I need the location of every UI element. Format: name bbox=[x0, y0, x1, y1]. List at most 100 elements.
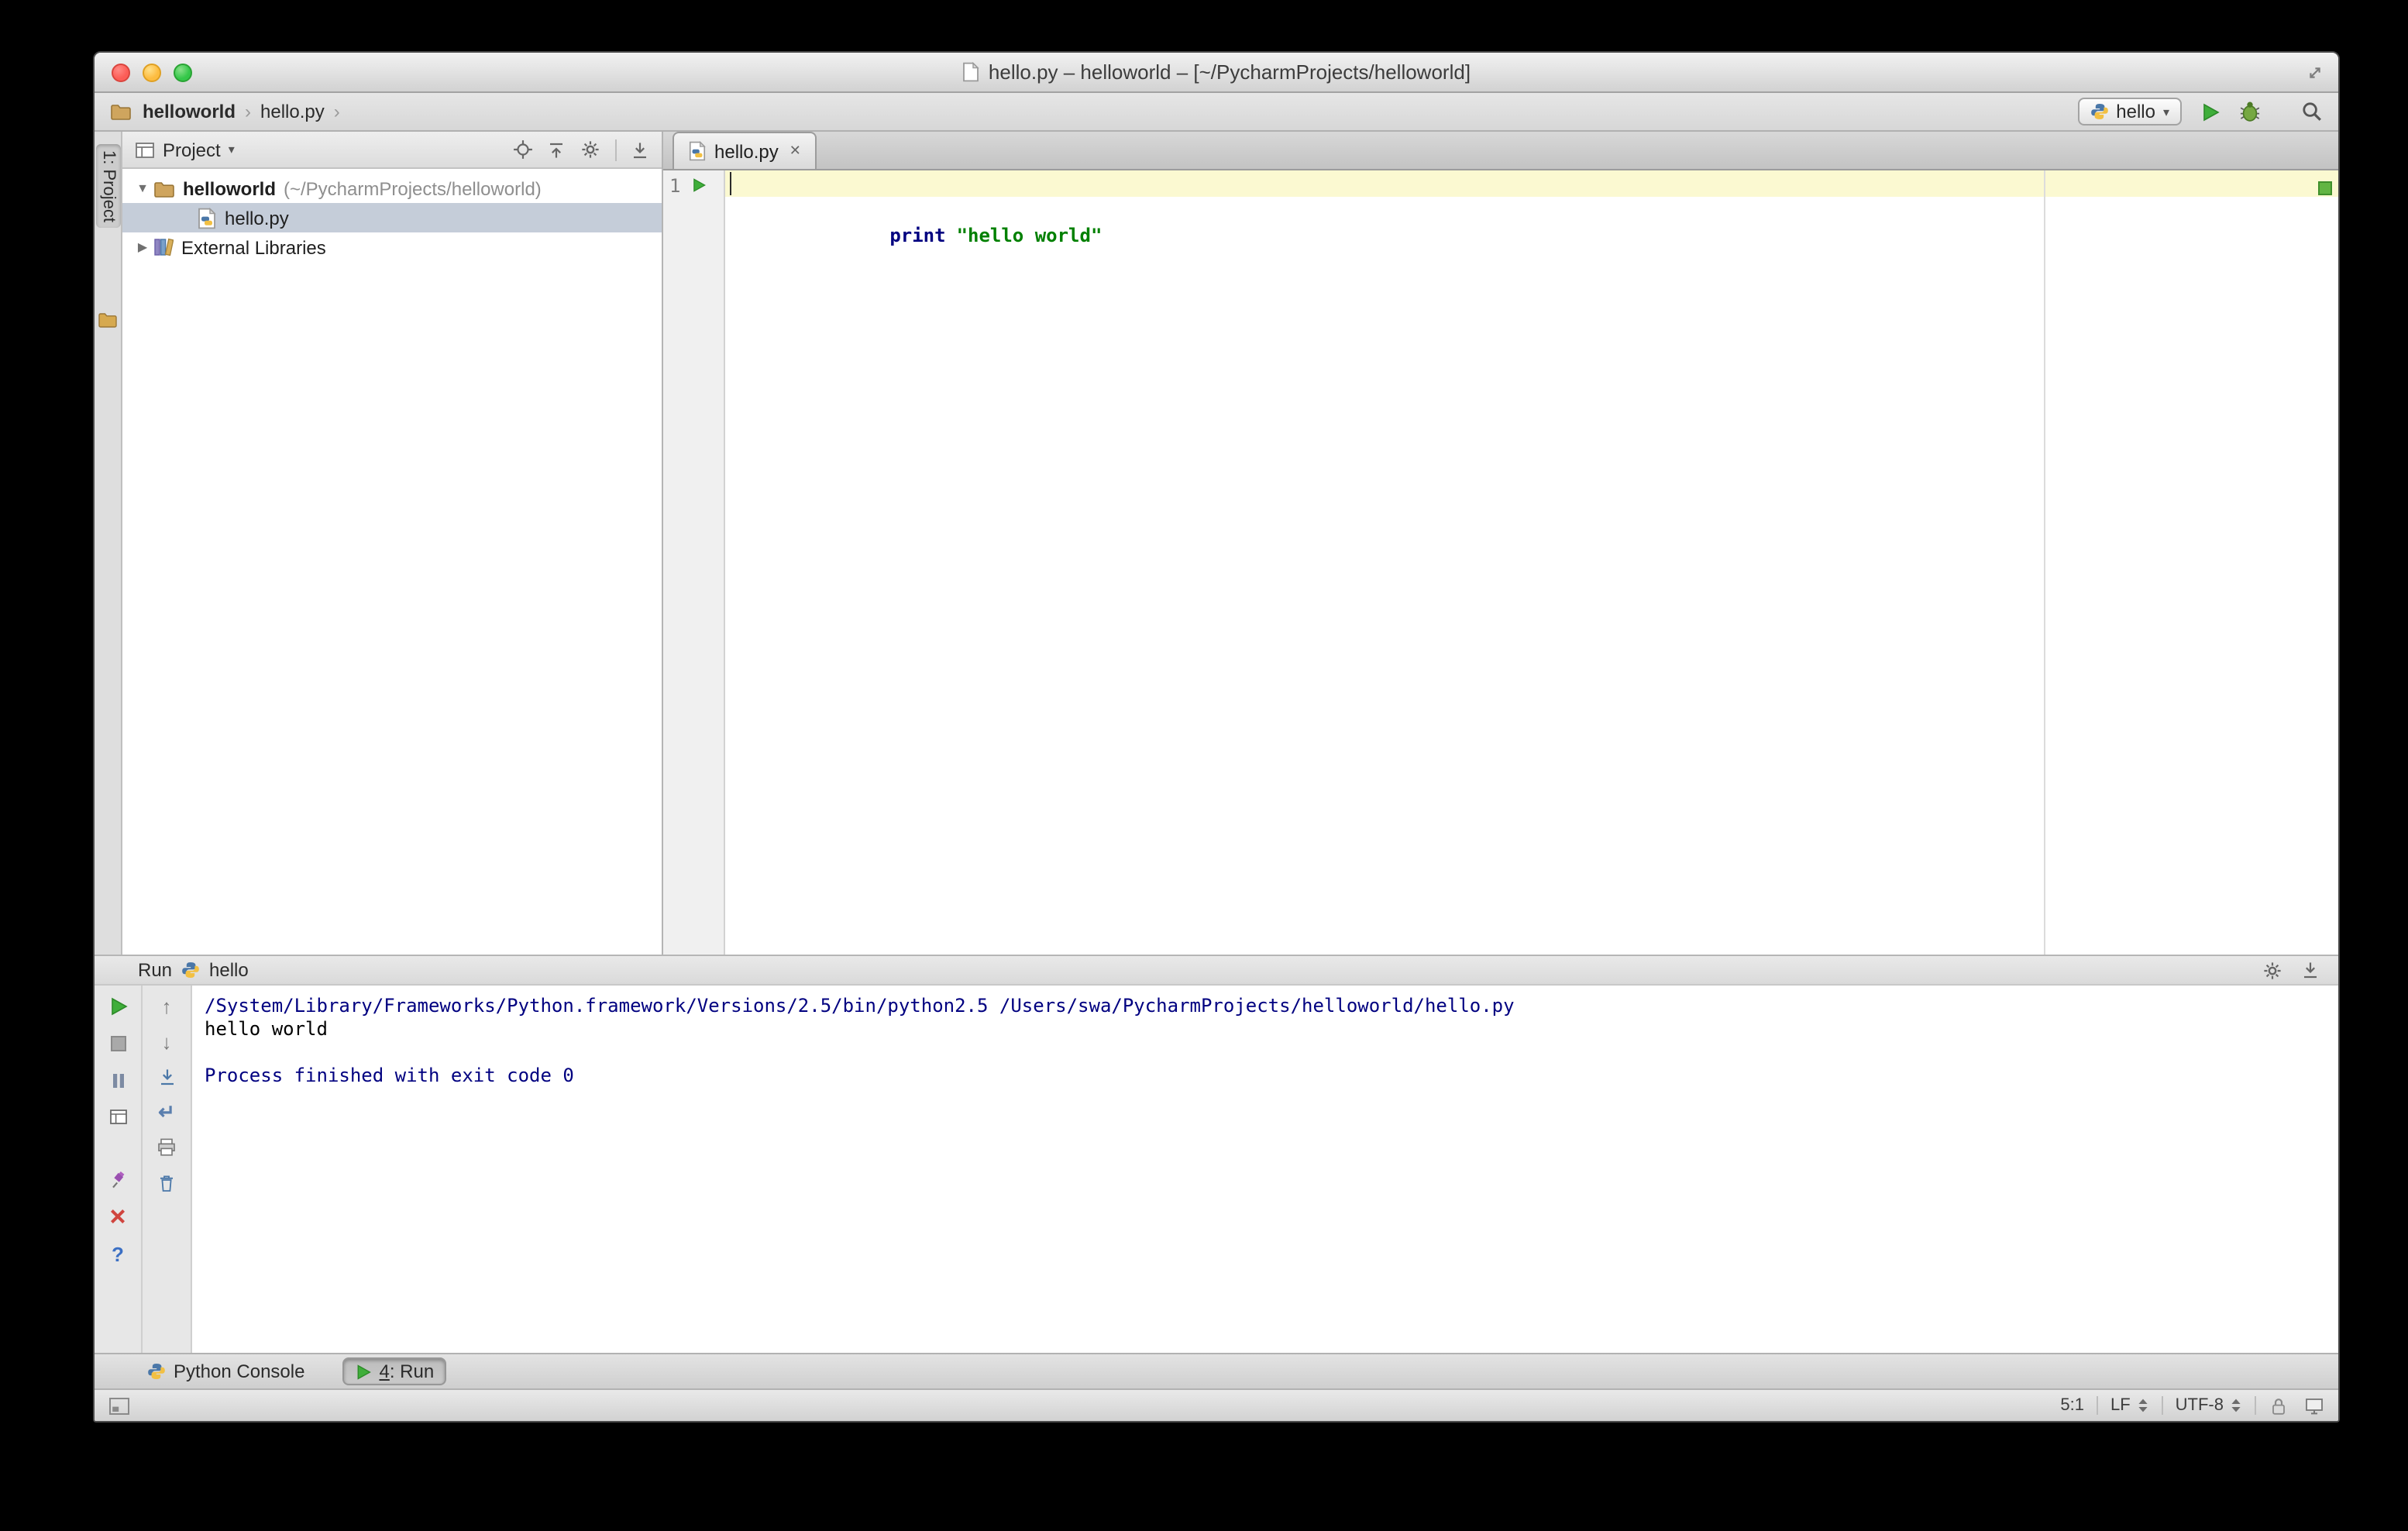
left-tool-strip: 1: Project bbox=[95, 132, 122, 955]
code-editor[interactable]: 1 print "hello world" bbox=[663, 170, 2338, 955]
tool-window-button-project[interactable]: 1: Project bbox=[96, 144, 121, 229]
tab-label: hello.py bbox=[714, 140, 779, 162]
lock-icon[interactable] bbox=[2269, 1395, 2289, 1416]
window-title-text: hello.py – helloworld – [~/PycharmProjec… bbox=[988, 60, 1471, 84]
encoding-widget[interactable]: UTF-8 bbox=[2176, 1396, 2242, 1415]
collapse-all-icon[interactable] bbox=[547, 140, 566, 159]
run-configuration-selector[interactable]: hello ▾ bbox=[2077, 98, 2182, 126]
up-down-chevron-icon bbox=[2137, 1398, 2149, 1413]
project-strip-label: 1: Project bbox=[99, 150, 118, 222]
restore-layout-icon[interactable] bbox=[108, 1108, 128, 1127]
run-configuration-name: hello bbox=[2116, 101, 2155, 122]
external-libraries-label: External Libraries bbox=[181, 236, 326, 258]
minimize-window-button[interactable] bbox=[143, 64, 161, 82]
tree-item-hello-py[interactable]: hello.py bbox=[122, 203, 662, 232]
search-icon[interactable] bbox=[2301, 101, 2323, 122]
main-area: 1: Project Project ▾ ▼ helloworld (~/Pyc… bbox=[95, 132, 2338, 955]
project-tool-icon bbox=[98, 311, 118, 329]
gear-icon[interactable] bbox=[580, 139, 601, 160]
libraries-icon bbox=[153, 237, 174, 257]
editor-area: hello.py ✕ 1 print "hello world" bbox=[663, 132, 2338, 955]
inspection-status-indicator bbox=[2318, 181, 2332, 195]
clear-all-icon[interactable] bbox=[157, 1173, 177, 1193]
tree-file-name: hello.py bbox=[225, 207, 289, 229]
close-icon[interactable] bbox=[108, 1207, 127, 1226]
pycharm-window: hello.py – helloworld – [~/PycharmProjec… bbox=[93, 51, 2340, 1423]
project-view-label: Project bbox=[163, 139, 221, 160]
project-panel-header: Project ▾ bbox=[122, 132, 662, 169]
encoding-value: UTF-8 bbox=[2175, 1396, 2224, 1415]
navbar-right-group: hello ▾ bbox=[2077, 98, 2323, 126]
chevron-icon: › bbox=[245, 101, 251, 122]
run-header-actions bbox=[2262, 960, 2320, 980]
project-root-name: helloworld bbox=[183, 177, 276, 199]
run-panel-body: ? ↑ ↓ ↵ /System/Library/Frameworks/Pytho… bbox=[95, 986, 2338, 1353]
divider bbox=[2096, 1396, 2098, 1415]
divider bbox=[615, 139, 617, 160]
help-icon[interactable]: ? bbox=[112, 1243, 124, 1266]
project-view-selector[interactable]: Project ▾ bbox=[135, 139, 235, 160]
soft-wrap-icon[interactable]: ↵ bbox=[158, 1102, 175, 1122]
hide-panel-icon[interactable] bbox=[2301, 961, 2320, 979]
code-string: "hello world" bbox=[956, 225, 1103, 246]
hide-panel-icon[interactable] bbox=[631, 140, 649, 159]
locate-icon[interactable] bbox=[513, 139, 533, 160]
editor-tab-bar: hello.py ✕ bbox=[663, 132, 2338, 170]
tool-window-button-run[interactable]: 4: Run bbox=[342, 1357, 447, 1385]
run-tab-mnemonic: 4 bbox=[379, 1361, 390, 1382]
editor-tab-hello-py[interactable]: hello.py ✕ bbox=[673, 132, 817, 169]
divider bbox=[2161, 1396, 2163, 1415]
debug-button[interactable] bbox=[2239, 101, 2261, 122]
rerun-icon[interactable] bbox=[108, 996, 128, 1017]
run-tab-label: 4: Run bbox=[379, 1361, 434, 1382]
up-stack-icon[interactable]: ↑ bbox=[162, 996, 172, 1017]
breadcrumb-item-helloworld[interactable]: helloworld bbox=[143, 101, 236, 122]
fullscreen-icon[interactable] bbox=[2306, 64, 2324, 82]
right-margin-guide bbox=[2044, 170, 2045, 955]
window-titlebar[interactable]: hello.py – helloworld – [~/PycharmProjec… bbox=[95, 53, 2338, 93]
gear-icon[interactable] bbox=[2262, 960, 2282, 980]
project-panel: Project ▾ ▼ helloworld (~/PycharmProject… bbox=[122, 132, 663, 955]
run-console[interactable]: /System/Library/Frameworks/Python.framew… bbox=[192, 986, 2338, 1353]
run-button[interactable] bbox=[2200, 101, 2221, 122]
down-stack-icon[interactable]: ↓ bbox=[162, 1032, 172, 1052]
code-pane[interactable]: print "hello world" bbox=[725, 170, 2338, 955]
window-title: hello.py – helloworld – [~/PycharmProjec… bbox=[962, 60, 1471, 84]
project-panel-icon bbox=[135, 140, 155, 159]
divider bbox=[2255, 1396, 2256, 1415]
traffic-lights bbox=[112, 64, 192, 82]
pause-output-icon[interactable] bbox=[108, 1071, 128, 1091]
breadcrumb-item-hello-py[interactable]: hello.py bbox=[260, 101, 325, 122]
tool-window-button-python-console[interactable]: Python Console bbox=[135, 1357, 317, 1385]
console-output-line: hello world bbox=[205, 1018, 328, 1040]
line-separator-value: LF bbox=[2110, 1396, 2131, 1415]
folder-icon bbox=[153, 179, 175, 198]
tab-close-icon[interactable]: ✕ bbox=[789, 143, 801, 160]
stop-icon[interactable] bbox=[108, 1034, 128, 1054]
project-header-actions bbox=[513, 139, 649, 160]
zoom-window-button[interactable] bbox=[174, 64, 192, 82]
scroll-to-end-icon[interactable] bbox=[157, 1068, 176, 1086]
run-icon bbox=[354, 1363, 371, 1380]
text-caret bbox=[730, 172, 731, 195]
run-line-marker-icon[interactable] bbox=[691, 177, 707, 194]
run-panel-header: Run hello bbox=[95, 955, 2338, 986]
tree-item-project-root[interactable]: ▼ helloworld (~/PycharmProjects/hellowor… bbox=[122, 174, 662, 203]
toolwindow-toggle-icon[interactable] bbox=[108, 1395, 130, 1416]
code-keyword: print bbox=[889, 225, 946, 246]
line-separator-widget[interactable]: LF bbox=[2110, 1396, 2149, 1415]
print-icon[interactable] bbox=[157, 1137, 177, 1158]
editor-gutter: 1 bbox=[663, 170, 725, 955]
python-console-label: Python Console bbox=[174, 1361, 305, 1382]
python-file-icon bbox=[688, 141, 707, 161]
pin-tab-icon[interactable] bbox=[108, 1170, 128, 1190]
up-down-chevron-icon bbox=[2230, 1398, 2242, 1413]
highlighting-level-icon[interactable] bbox=[2304, 1395, 2324, 1416]
tree-collapsed-icon[interactable]: ▶ bbox=[132, 240, 153, 254]
caret-position-widget[interactable]: 5:1 bbox=[2060, 1396, 2084, 1415]
project-tree: ▼ helloworld (~/PycharmProjects/hellowor… bbox=[122, 169, 662, 262]
tree-item-external-libraries[interactable]: ▶ External Libraries bbox=[122, 232, 662, 262]
close-window-button[interactable] bbox=[112, 64, 130, 82]
run-panel-config-name: hello bbox=[209, 959, 249, 981]
tree-expanded-icon[interactable]: ▼ bbox=[132, 181, 153, 195]
